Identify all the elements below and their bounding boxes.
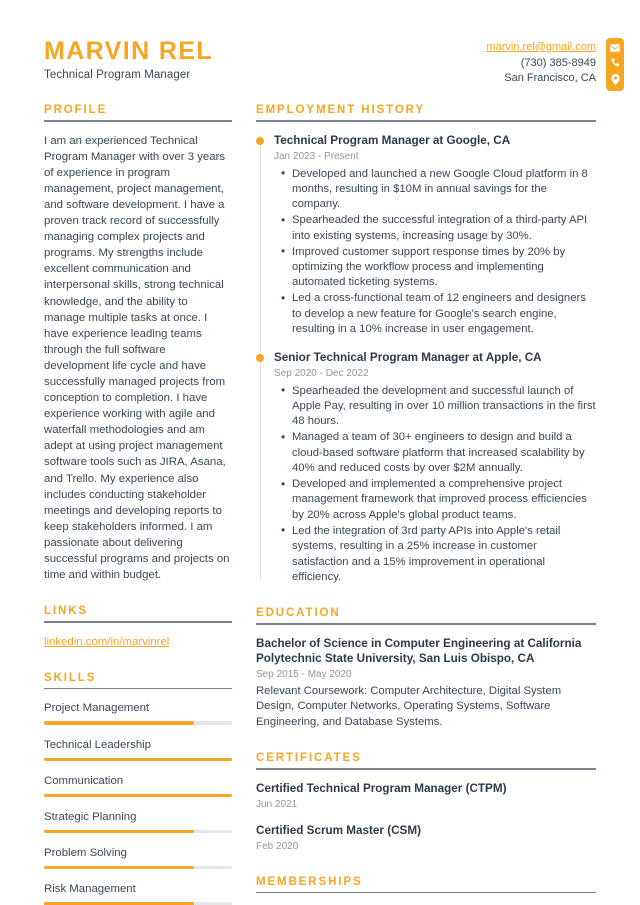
- section-divider: [44, 621, 232, 623]
- skill-fill: [44, 757, 232, 761]
- contact-icon-strip: [606, 38, 624, 91]
- skill-name: Communication: [44, 774, 124, 787]
- timeline-dot-icon: [256, 136, 264, 145]
- job-bullet: Spearheaded the development and successf…: [281, 383, 596, 430]
- profile-text: I am an experienced Technical Program Ma…: [44, 134, 230, 582]
- section-title-skills: SKILLS: [44, 671, 97, 684]
- section-title-memberships: MEMBERSHIPS: [256, 875, 363, 888]
- envelope-icon: [610, 44, 620, 52]
- left-column: PROFILE I am an experienced Technical Pr…: [44, 104, 232, 905]
- job-bullet: Improved customer support response times…: [281, 244, 596, 291]
- job-bullet: Led the integration of 3rd party APIs in…: [281, 523, 596, 586]
- section-links: LINKS linkedin.com/in/marvinrel: [44, 605, 232, 650]
- skill-track: [44, 757, 232, 761]
- job-bullet: Led a cross-functional team of 12 engine…: [281, 291, 596, 337]
- name-block: MARVIN REL Technical Program Manager: [44, 38, 213, 83]
- resume-page: MARVIN REL Technical Program Manager mar…: [0, 0, 640, 905]
- skill-name: Strategic Planning: [44, 810, 137, 823]
- skill-fill: [44, 829, 195, 834]
- certificate-title: Certified Technical Program Manager (CTP…: [256, 781, 507, 795]
- link-item[interactable]: linkedin.com/in/marvinrel: [44, 634, 232, 650]
- contact-location: San Francisco, CA: [504, 72, 596, 84]
- certificate-entry: Certified Scrum Master (CSM) Feb 2020: [256, 823, 596, 854]
- timeline-dot-icon: [256, 353, 264, 362]
- section-divider: [256, 120, 596, 122]
- skill-item: Problem Solving: [44, 845, 232, 870]
- job-bullets: Developed and launched a new Google Clou…: [274, 166, 596, 338]
- section-skills: SKILLS Project Management Technical Lead…: [44, 672, 232, 905]
- skill-fill: [44, 721, 195, 725]
- skill-track: [44, 829, 232, 834]
- job-title: Technical Program Manager at Google, CA: [274, 133, 511, 147]
- skill-track: [44, 721, 232, 725]
- skill-item: Project Management: [44, 700, 232, 725]
- candidate-name: MARVIN REL: [44, 37, 214, 65]
- certificate-date: Jun 2021: [256, 798, 298, 810]
- section-title-profile: PROFILE: [44, 104, 108, 116]
- section-title-links: LINKS: [44, 605, 88, 618]
- section-divider: [44, 687, 232, 690]
- skill-item: Risk Management: [44, 881, 232, 905]
- section-certificates: CERTIFICATES Certified Technical Program…: [256, 752, 596, 854]
- job-bullet: Developed and launched a new Google Clou…: [281, 166, 596, 213]
- contact-block: marvin.rel@gmail.com (730) 385-8949 San …: [486, 40, 596, 87]
- section-profile: PROFILE I am an experienced Technical Pr…: [44, 104, 232, 583]
- employment-timeline: Technical Program Manager at Google, CA …: [256, 133, 596, 586]
- certificate-title: Certified Scrum Master (CSM): [256, 823, 421, 837]
- skill-name: Problem Solving: [44, 847, 127, 860]
- skill-track: [44, 866, 232, 870]
- section-divider: [256, 768, 596, 770]
- section-divider: [256, 891, 596, 894]
- section-title-education: EDUCATION: [256, 607, 341, 620]
- certificate-date: Feb 2020: [256, 840, 299, 852]
- skill-name: Risk Management: [44, 883, 136, 896]
- job-date: Sep 2020 - Dec 2022: [274, 367, 369, 379]
- contact-phone: (730) 385-8949: [520, 56, 596, 69]
- degree-description: Relevant Coursework: Computer Architectu…: [256, 684, 562, 728]
- skill-track: [44, 793, 232, 797]
- job-bullets: Spearheaded the development and successf…: [274, 383, 596, 586]
- skill-fill: [44, 793, 232, 797]
- section-title-certificates: CERTIFICATES: [256, 752, 362, 765]
- skill-item: Technical Leadership: [44, 737, 232, 761]
- job-bullet: Spearheaded the successful integration o…: [281, 213, 596, 244]
- degree-title: Bachelor of Science in Computer Engineer…: [256, 636, 582, 665]
- section-education: EDUCATION Bachelor of Science in Compute…: [256, 607, 596, 730]
- employment-entry: Senior Technical Program Manager at Appl…: [256, 350, 596, 586]
- resume-header: MARVIN REL Technical Program Manager mar…: [0, 0, 640, 104]
- job-bullet: Managed a team of 30+ engineers to desig…: [281, 430, 596, 476]
- skill-item: Communication: [44, 773, 232, 797]
- resume-columns: PROFILE I am an experienced Technical Pr…: [0, 104, 640, 905]
- job-bullet: Developed and implemented a comprehensiv…: [281, 476, 596, 523]
- employment-entry: Technical Program Manager at Google, CA …: [256, 133, 596, 338]
- candidate-job-title: Technical Program Manager: [44, 69, 191, 81]
- skill-fill: [44, 866, 195, 870]
- contact-email-link[interactable]: marvin.rel@gmail.com: [486, 41, 596, 53]
- section-memberships: MEMBERSHIPS Association for Computing Ma…: [256, 876, 596, 905]
- degree-date: Sep 2015 - May 2020: [256, 668, 352, 680]
- job-title: Senior Technical Program Manager at Appl…: [274, 350, 542, 364]
- skill-name: Technical Leadership: [44, 738, 152, 751]
- certificate-entry: Certified Technical Program Manager (CTP…: [256, 781, 596, 812]
- skill-name: Project Management: [44, 702, 150, 715]
- skill-item: Strategic Planning: [44, 809, 232, 834]
- phone-icon: [610, 58, 620, 68]
- section-title-employment: EMPLOYMENT HISTORY: [256, 104, 426, 116]
- location-pin-icon: [610, 74, 620, 85]
- right-column: EMPLOYMENT HISTORY Technical Program Man…: [232, 104, 596, 905]
- contact-email-line: marvin.rel@gmail.com: [486, 40, 596, 56]
- job-date: Jan 2023 - Present: [274, 150, 359, 162]
- education-entry: Bachelor of Science in Computer Engineer…: [256, 636, 596, 730]
- section-divider: [256, 623, 596, 625]
- section-employment-history: EMPLOYMENT HISTORY Technical Program Man…: [256, 104, 596, 585]
- section-divider: [44, 120, 232, 122]
